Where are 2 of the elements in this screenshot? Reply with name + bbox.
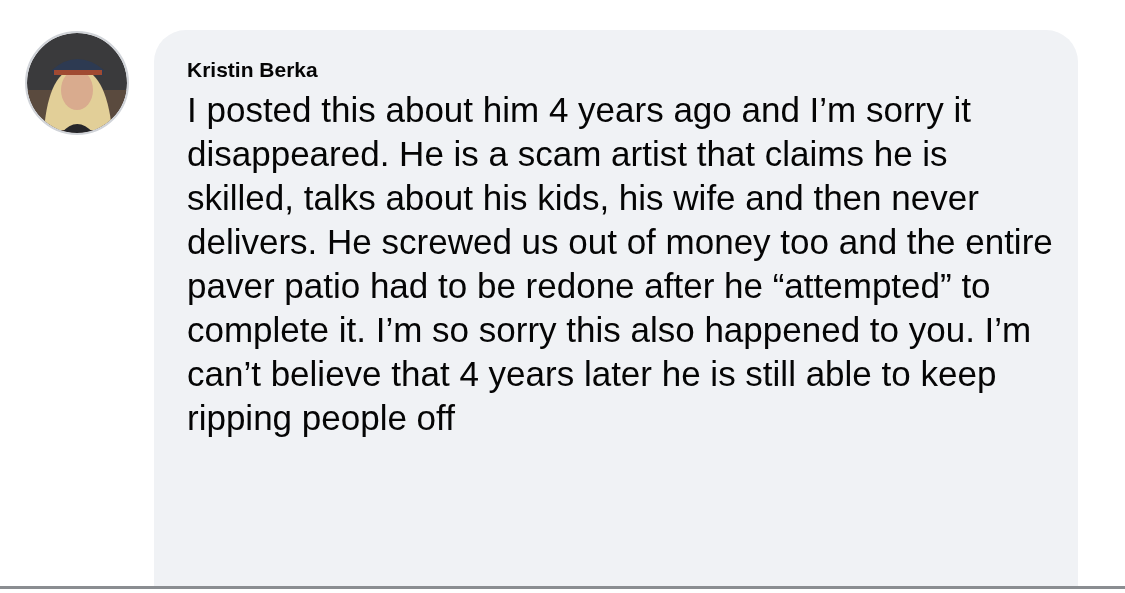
comment-text: I posted this about him 4 years ago and I’m sorry it disappeared. He is a scam artist that claims he is skilled, talks about his kids, his wife and then never delivers. He screwed us out of money too and the entire paver patio had to be redone after he “attempted” to complete it. I’m so sorry this also happened to you. I’m can’t believe that 4 years later he is still able to keep ripping people off (187, 89, 1054, 439)
author-name[interactable]: Kristin Berka (187, 58, 318, 82)
